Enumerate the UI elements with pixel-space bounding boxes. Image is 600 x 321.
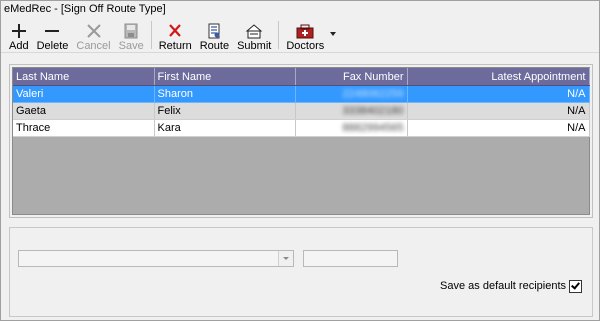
- doctors-button[interactable]: Doctors: [282, 20, 338, 52]
- route-label: Route: [199, 40, 230, 52]
- recipients-grid-frame: Last Name First Name Fax Number Latest A…: [9, 64, 593, 218]
- submit-icon: [245, 24, 263, 39]
- window-title: eMedRec - [Sign Off Route Type]: [1, 1, 599, 18]
- plus-icon: [11, 24, 26, 38]
- column-header-last-name[interactable]: Last Name: [13, 68, 155, 86]
- table-row[interactable]: Thrace Kara 8882994565 N/A: [13, 119, 590, 137]
- return-label: Return: [158, 40, 192, 52]
- return-button[interactable]: Return: [155, 20, 196, 52]
- cell-first-name[interactable]: Kara: [154, 119, 296, 137]
- add-label: Add: [9, 40, 29, 52]
- submit-label: Submit: [237, 40, 272, 52]
- cell-last-name[interactable]: Gaeta: [13, 102, 155, 120]
- delete-label: Delete: [36, 40, 69, 52]
- delete-button[interactable]: Delete: [33, 20, 73, 52]
- save-default-recipients-label: Save as default recipients: [440, 280, 566, 292]
- table-header-row: Last Name First Name Fax Number Latest A…: [13, 68, 590, 86]
- cell-fax-number[interactable]: 2248062259: [295, 85, 408, 103]
- red-x-icon: [169, 24, 182, 37]
- chevron-down-icon[interactable]: [278, 251, 293, 266]
- fax-number-text: 8882994565: [342, 122, 404, 134]
- submit-button[interactable]: Submit: [233, 20, 275, 52]
- cell-first-name[interactable]: Sharon: [154, 85, 296, 103]
- fax-number-text: 3338402180: [342, 105, 404, 117]
- doctors-icon: [296, 24, 314, 39]
- add-button[interactable]: Add: [5, 20, 33, 52]
- recipients-grid: Last Name First Name Fax Number Latest A…: [12, 67, 590, 215]
- save-default-recipients-checkbox[interactable]: [569, 280, 582, 293]
- recipient-text-field[interactable]: [303, 250, 398, 267]
- chevron-down-icon[interactable]: [330, 32, 337, 36]
- cell-fax-number[interactable]: 8882994565: [295, 119, 408, 137]
- column-header-fax-number[interactable]: Fax Number: [295, 68, 408, 86]
- toolbar: Add Delete Cancel Save Return Route Subm…: [1, 18, 599, 53]
- main-window: eMedRec - [Sign Off Route Type] Add Dele…: [0, 0, 600, 321]
- cell-latest-appointment[interactable]: N/A: [407, 119, 590, 137]
- save-button[interactable]: Save: [115, 20, 148, 52]
- cell-first-name[interactable]: Felix: [154, 102, 296, 120]
- recipients-table: Last Name First Name Fax Number Latest A…: [13, 68, 590, 137]
- x-icon: [86, 24, 101, 38]
- toolbar-separator: [278, 21, 280, 49]
- toolbar-separator: [150, 21, 152, 49]
- save-label: Save: [118, 40, 144, 52]
- route-button[interactable]: Route: [196, 20, 233, 52]
- cancel-button[interactable]: Cancel: [72, 20, 114, 52]
- column-header-latest-appointment[interactable]: Latest Appointment: [407, 68, 590, 86]
- recipient-select[interactable]: [18, 250, 294, 267]
- fax-number-text: 2248062259: [342, 88, 404, 100]
- table-row[interactable]: Valeri Sharon 2248062259 N/A: [13, 85, 590, 103]
- minus-icon: [45, 30, 60, 32]
- table-row[interactable]: Gaeta Felix 3338402180 N/A: [13, 102, 590, 120]
- route-document-icon: [208, 23, 220, 39]
- cell-latest-appointment[interactable]: N/A: [407, 85, 590, 103]
- cancel-label: Cancel: [76, 40, 111, 52]
- cell-latest-appointment[interactable]: N/A: [407, 102, 590, 120]
- floppy-disk-icon: [124, 23, 138, 39]
- doctors-label: Doctors: [286, 40, 325, 52]
- cell-last-name[interactable]: Valeri: [13, 85, 155, 103]
- recipient-options-panel: Save as default recipients: [9, 227, 593, 317]
- column-header-first-name[interactable]: First Name: [154, 68, 296, 86]
- cell-fax-number[interactable]: 3338402180: [295, 102, 408, 120]
- cell-last-name[interactable]: Thrace: [13, 119, 155, 137]
